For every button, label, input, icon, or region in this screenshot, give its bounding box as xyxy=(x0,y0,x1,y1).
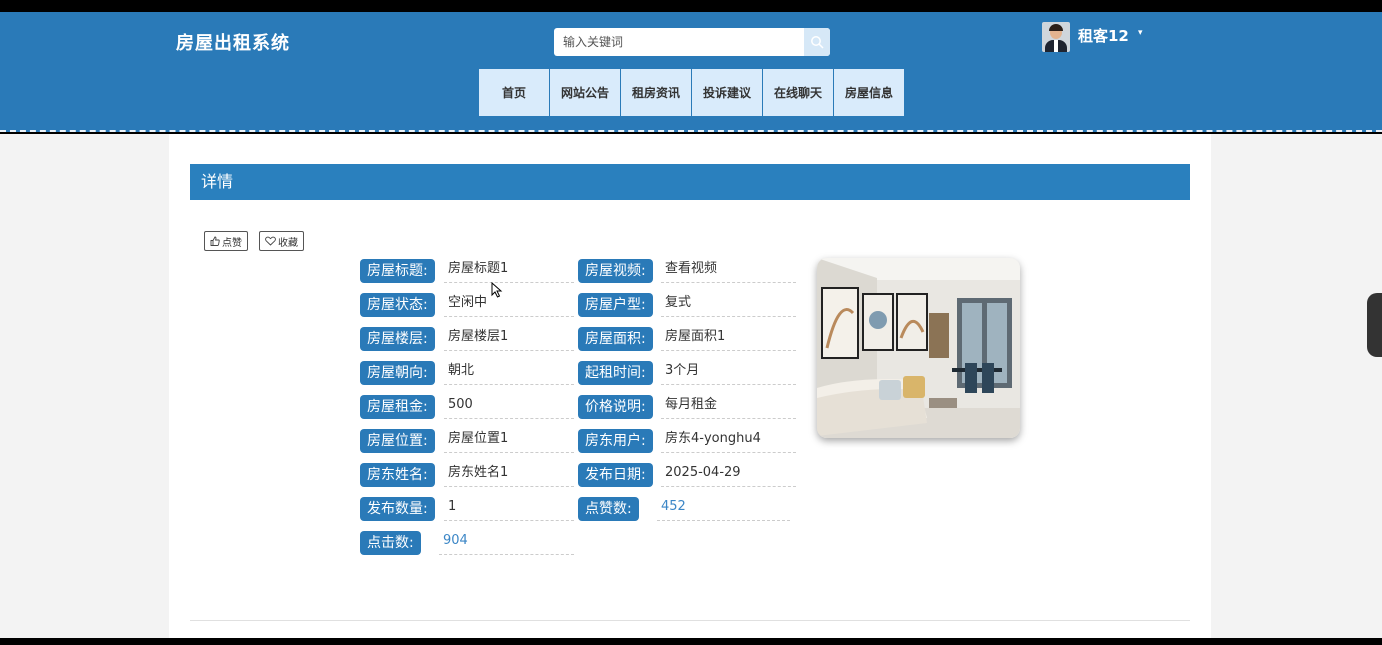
site-logo-title[interactable]: 房屋出租系统 xyxy=(176,29,290,55)
nav-item-rental-news[interactable]: 租房资讯 xyxy=(621,69,691,116)
favorite-button[interactable]: 收藏 xyxy=(259,231,304,251)
field-label-house-area: 房屋面积: xyxy=(578,327,653,351)
field-value-price-note: 每月租金 xyxy=(661,395,796,419)
field-label-publish-count: 发布数量: xyxy=(360,497,435,521)
favorite-label: 收藏 xyxy=(278,237,298,249)
field-value-like-count: 452 xyxy=(657,497,790,521)
thumbs-up-icon xyxy=(210,236,220,246)
search-icon xyxy=(811,36,824,49)
avatar xyxy=(1042,22,1070,52)
section-title: 详情 xyxy=(190,164,1190,200)
field-label-price-note: 价格说明: xyxy=(578,395,653,419)
field-value-house-video[interactable]: 查看视频 xyxy=(661,259,796,283)
search-button[interactable] xyxy=(804,28,830,56)
chevron-down-icon[interactable]: ▾ xyxy=(1138,28,1143,38)
field-label-click-count: 点击数: xyxy=(360,531,421,555)
field-label-house-video: 房屋视频: xyxy=(578,259,653,283)
living-room-image xyxy=(817,258,1020,438)
nav-item-home[interactable]: 首页 xyxy=(479,69,549,116)
field-label-house-floor: 房屋楼层: xyxy=(360,327,435,351)
field-value-publish-count: 1 xyxy=(444,497,574,521)
site-header: 房屋出租系统 租客12 ▾ 首页 网站公告 租房资讯 投诉建议 在线聊天 房屋信… xyxy=(0,12,1382,132)
field-value-landlord-name: 房东姓名1 xyxy=(444,463,574,487)
main-nav: 首页 网站公告 租房资讯 投诉建议 在线聊天 房屋信息 xyxy=(479,69,905,116)
field-value-click-count: 904 xyxy=(439,531,574,555)
field-value-min-lease: 3个月 xyxy=(661,361,796,385)
search-box xyxy=(554,28,830,56)
like-label: 点赞 xyxy=(222,237,242,249)
nav-item-announcements[interactable]: 网站公告 xyxy=(550,69,620,116)
field-label-min-lease: 起租时间: xyxy=(578,361,653,385)
field-label-location: 房屋位置: xyxy=(360,429,435,453)
field-value-house-area: 房屋面积1 xyxy=(661,327,796,351)
field-label-rent: 房屋租金: xyxy=(360,395,435,419)
field-value-house-layout: 复式 xyxy=(661,293,796,317)
field-label-house-layout: 房屋户型: xyxy=(578,293,653,317)
field-label-like-count: 点赞数: xyxy=(578,497,639,521)
field-value-landlord-user: 房东4-yonghu4 xyxy=(661,429,796,453)
field-label-house-orientation: 房屋朝向: xyxy=(360,361,435,385)
bottom-black-bar xyxy=(0,638,1382,645)
nav-item-complaints[interactable]: 投诉建议 xyxy=(692,69,762,116)
field-value-location: 房屋位置1 xyxy=(444,429,574,453)
field-label-landlord-name: 房东姓名: xyxy=(360,463,435,487)
field-label-publish-date: 发布日期: xyxy=(578,463,653,487)
footer-divider xyxy=(190,620,1190,621)
top-black-bar xyxy=(0,0,1382,12)
field-value-rent: 500 xyxy=(444,395,574,419)
field-label-house-status: 房屋状态: xyxy=(360,293,435,317)
search-input[interactable] xyxy=(554,28,804,56)
house-photo[interactable] xyxy=(817,258,1020,438)
heart-icon xyxy=(265,236,276,246)
field-label-house-title: 房屋标题: xyxy=(360,259,435,283)
field-value-house-orientation: 朝北 xyxy=(444,361,574,385)
username[interactable]: 租客12 xyxy=(1078,25,1129,46)
field-label-landlord-user: 房东用户: xyxy=(578,429,653,453)
nav-item-house-info[interactable]: 房屋信息 xyxy=(834,69,904,116)
mouse-cursor-icon xyxy=(491,282,503,298)
field-value-house-title: 房屋标题1 xyxy=(444,259,574,283)
field-value-publish-date: 2025-04-29 xyxy=(661,463,796,487)
content-panel xyxy=(169,134,1211,638)
like-button[interactable]: 点赞 xyxy=(204,231,248,251)
field-value-house-status: 空闲中 xyxy=(444,293,574,317)
field-value-house-floor: 房屋楼层1 xyxy=(444,327,574,351)
side-float-tab[interactable] xyxy=(1367,293,1382,357)
nav-item-online-chat[interactable]: 在线聊天 xyxy=(763,69,833,116)
